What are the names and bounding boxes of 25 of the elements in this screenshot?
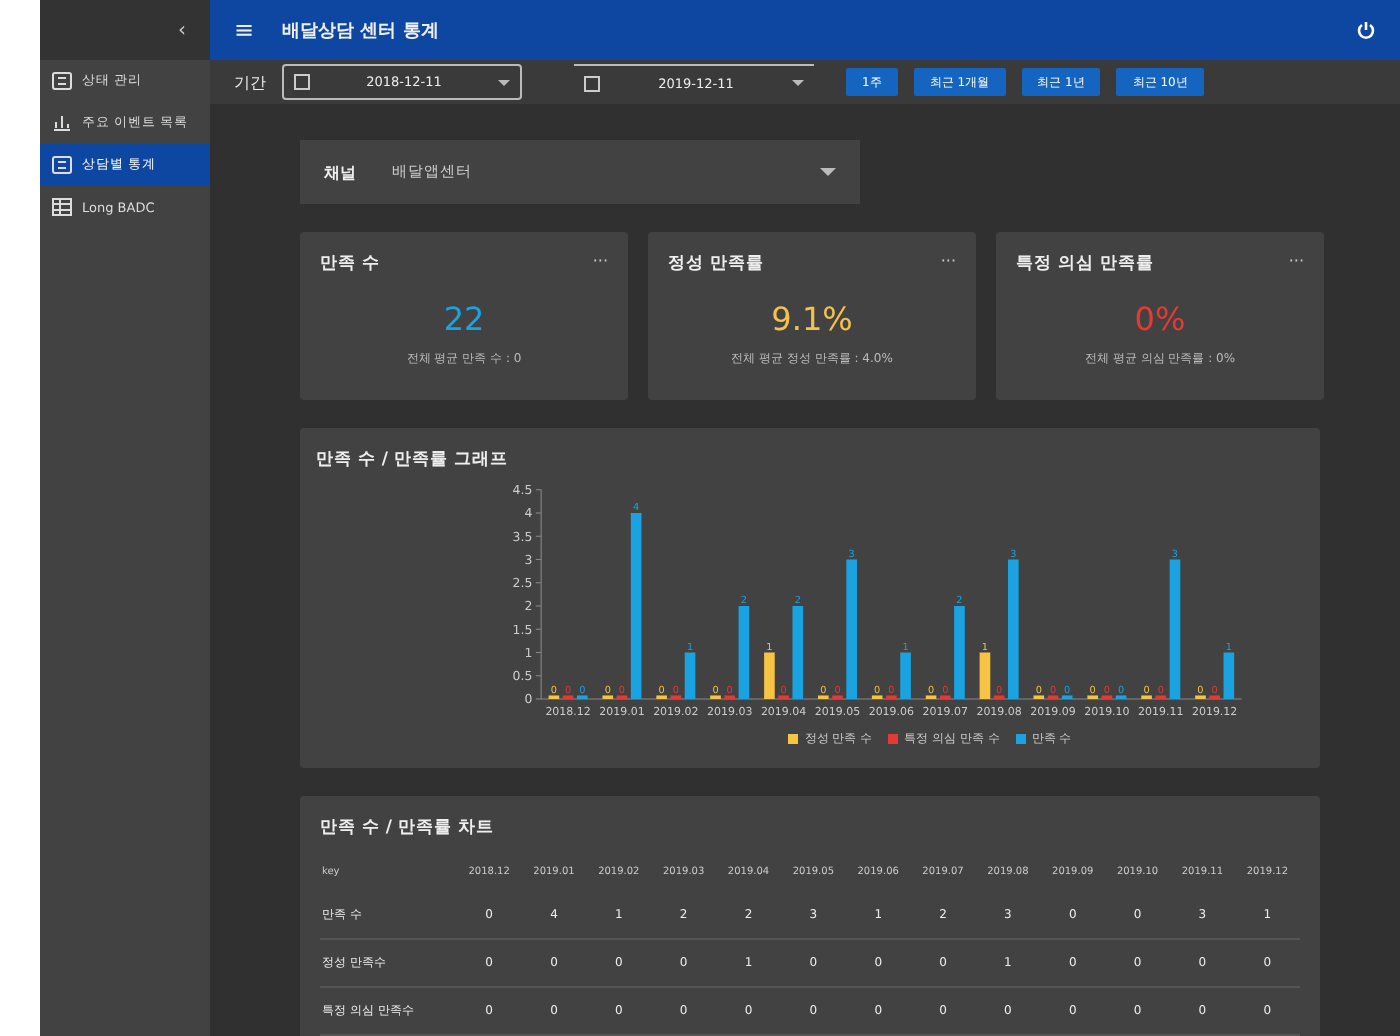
dropdown-arrow-icon — [820, 168, 836, 176]
card-title: 만족 수 — [320, 252, 380, 276]
list-icon — [52, 72, 72, 90]
dropdown-arrow-icon — [498, 79, 510, 85]
card-title: 정성 만족률 — [668, 252, 764, 276]
card-title: 만족 수 / 만족률 차트 — [320, 816, 496, 840]
collapse-icon[interactable]: ‹ — [178, 19, 186, 41]
more-icon[interactable]: ··· — [1288, 252, 1304, 276]
card-title: 만족 수 / 만족률 그래프 — [316, 448, 508, 472]
dropdown-arrow-icon — [792, 80, 804, 86]
stat-value: 9.1% — [771, 300, 853, 338]
period-label: 기간 — [234, 71, 266, 93]
card-title: 특정 의심 만족률 — [1016, 252, 1154, 276]
stat-value: 0% — [1134, 300, 1186, 338]
list-icon — [52, 156, 72, 174]
more-icon[interactable]: ··· — [940, 252, 956, 276]
calendar-icon — [294, 74, 310, 90]
calendar-icon — [584, 75, 600, 91]
power-icon[interactable] — [1356, 20, 1376, 40]
chart-icon — [52, 114, 72, 132]
page-title: 배달상담 센터 통계 — [282, 19, 441, 43]
stat-value: 22 — [443, 300, 485, 338]
table-icon — [52, 198, 72, 216]
more-icon[interactable]: ··· — [592, 252, 608, 276]
menu-icon[interactable]: ≡ — [234, 16, 255, 44]
